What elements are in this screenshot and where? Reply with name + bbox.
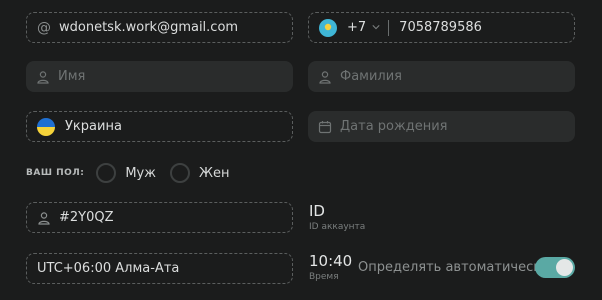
first-name-placeholder: Имя <box>58 69 86 84</box>
auto-detect-label: Определять автоматически <box>358 260 550 275</box>
time-caption: Время <box>309 272 339 282</box>
birthdate-field[interactable]: Дата рождения <box>308 111 575 142</box>
account-code-field[interactable]: #2Y0QZ <box>26 202 293 233</box>
phone-divider <box>388 19 390 36</box>
user-icon <box>37 70 49 84</box>
gender-row: ВАШ ПОЛ: Муж Жен <box>26 162 229 184</box>
last-name-placeholder: Фамилия <box>340 69 402 84</box>
account-code-value: #2Y0QZ <box>59 210 114 225</box>
account-id-title: ID <box>309 202 325 220</box>
gender-option-female[interactable]: Жен <box>199 166 230 181</box>
chevron-down-icon[interactable] <box>372 20 380 35</box>
gender-label: ВАШ ПОЛ: <box>26 168 85 178</box>
user-icon <box>38 211 50 225</box>
timezone-value: UTC+06:00 Алма-Ата <box>37 261 180 276</box>
country-value: Украина <box>65 119 122 134</box>
gender-option-male[interactable]: Муж <box>125 166 156 181</box>
user-icon <box>319 70 331 84</box>
last-name-field[interactable]: Фамилия <box>308 61 575 92</box>
gender-radio-male[interactable] <box>96 163 117 183</box>
at-icon: @ <box>37 19 51 36</box>
phone-number: 7058789586 <box>399 20 482 35</box>
phone-field[interactable]: +7 7058789586 <box>308 12 575 43</box>
time-value: 10:40 <box>309 252 353 270</box>
account-id-caption: ID аккаунта <box>309 222 366 232</box>
first-name-field[interactable]: Имя <box>26 61 293 92</box>
phone-code[interactable]: +7 <box>347 20 366 35</box>
email-field[interactable]: @ wdonetsk.work@gmail.com <box>26 12 293 43</box>
auto-detect-toggle[interactable] <box>535 257 575 278</box>
timezone-field[interactable]: UTC+06:00 Алма-Ата <box>26 253 293 284</box>
toggle-knob <box>556 259 573 276</box>
ukraine-flag-icon <box>37 117 55 136</box>
birthdate-placeholder: Дата рождения <box>340 119 448 134</box>
email-value: wdonetsk.work@gmail.com <box>59 20 239 35</box>
kazakhstan-flag-icon <box>319 18 337 37</box>
gender-radio-female[interactable] <box>169 163 190 183</box>
calendar-icon <box>318 120 332 133</box>
country-field[interactable]: Украина <box>26 111 293 142</box>
